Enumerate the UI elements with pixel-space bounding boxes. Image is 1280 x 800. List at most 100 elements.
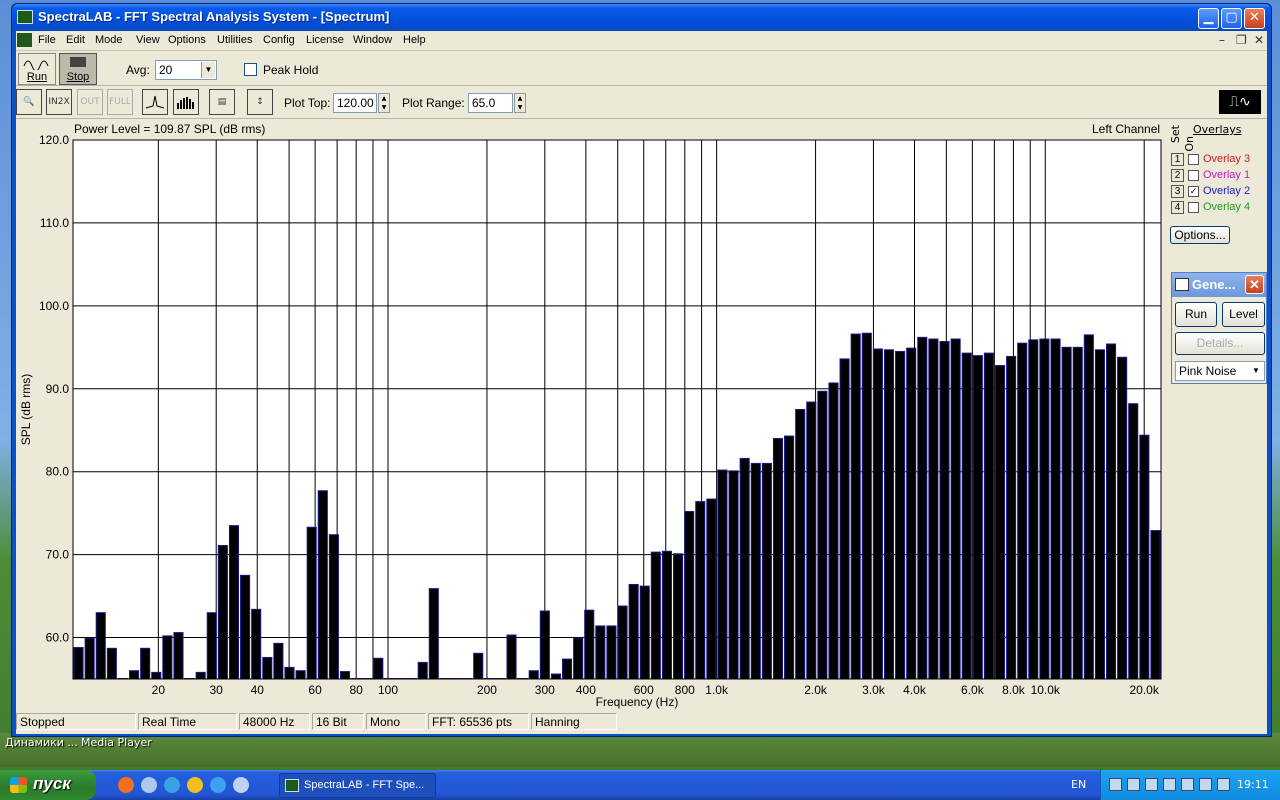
spectrum-bar bbox=[251, 608, 262, 680]
stop-button[interactable]: Stop bbox=[59, 53, 97, 85]
menu-window[interactable]: Window bbox=[353, 34, 392, 46]
overlay-set-button[interactable]: 3 bbox=[1171, 185, 1184, 198]
peak-hold-checkbox[interactable] bbox=[244, 63, 257, 76]
plot-top-label: Plot Top: bbox=[284, 96, 331, 110]
zoom-in-2x-icon[interactable]: IN2X bbox=[46, 89, 72, 115]
x-tick-label: 6.0k bbox=[961, 683, 985, 697]
avg-value: 20 bbox=[159, 63, 173, 77]
overlay-on-checkbox[interactable] bbox=[1188, 154, 1199, 165]
tray-icon-1[interactable] bbox=[1109, 778, 1122, 791]
menu-file[interactable]: File bbox=[38, 34, 56, 46]
spectrum-bar bbox=[1072, 346, 1083, 680]
generator-level-button[interactable]: Level bbox=[1222, 302, 1265, 327]
spectrum-bar bbox=[883, 349, 895, 680]
start-button[interactable]: пуск bbox=[0, 770, 96, 800]
overlay-label: Overlay 3 bbox=[1203, 153, 1251, 165]
quicklaunch-icon-3[interactable] bbox=[164, 777, 180, 793]
overlay-options-button[interactable]: Options... bbox=[1170, 226, 1230, 244]
overlay-label: Overlay 4 bbox=[1203, 201, 1251, 213]
generator-run-button[interactable]: Run bbox=[1175, 302, 1217, 327]
menu-options[interactable]: Options bbox=[168, 34, 206, 46]
spectrum-bar bbox=[994, 365, 1006, 680]
taskbar-spectralab-button[interactable]: SpectraLAB - FFT Spe... bbox=[279, 773, 436, 798]
quicklaunch-icon-6[interactable] bbox=[233, 777, 249, 793]
mdi-close-button[interactable]: ✕ bbox=[1254, 33, 1264, 47]
toolbar-main: Run Stop Avg: 20 ▼ Peak Hold bbox=[16, 52, 1267, 86]
document-icon[interactable] bbox=[17, 33, 32, 47]
language-indicator[interactable]: EN bbox=[1071, 778, 1086, 791]
overlay-set-button[interactable]: 4 bbox=[1171, 201, 1184, 214]
generator-details-button[interactable]: Details... bbox=[1175, 332, 1265, 355]
spectrum-plot[interactable]: 120.0 110.0 100.0 90.0 80.0 70.0 60.0 20 30 40 60 8… bbox=[16, 135, 1166, 711]
x-tick-label: 300 bbox=[535, 683, 555, 697]
plot-range-input[interactable]: 65.0 bbox=[468, 93, 513, 113]
zoom-full-icon[interactable]: FULL bbox=[107, 89, 133, 115]
mdi-restore-button[interactable]: ❐ bbox=[1236, 33, 1247, 47]
line-mode-icon[interactable] bbox=[142, 89, 168, 115]
spectrum-bar bbox=[717, 469, 728, 680]
zoom-icon[interactable]: 🔍 bbox=[16, 89, 42, 115]
menu-help[interactable]: Help bbox=[403, 34, 426, 46]
plot-range-spinner[interactable]: ▲ ▼ bbox=[514, 93, 526, 113]
plot-top-spinner[interactable]: ▲ ▼ bbox=[378, 93, 390, 113]
mdi-minimize-button[interactable]: – bbox=[1219, 33, 1225, 47]
desktop-icon-label-speakers[interactable]: Динамики ... bbox=[5, 736, 78, 749]
overlay-set-button[interactable]: 2 bbox=[1171, 169, 1184, 182]
generator-wave-icon[interactable]: ⎍∿ bbox=[1219, 90, 1261, 114]
bar-mode-icon[interactable] bbox=[173, 89, 199, 115]
menu-edit[interactable]: Edit bbox=[66, 34, 85, 46]
generator-title-bar[interactable]: Gene... ✕ bbox=[1172, 273, 1266, 297]
zoom-out-2x-icon[interactable]: OUT bbox=[77, 89, 103, 115]
tray-icon-7[interactable] bbox=[1217, 778, 1230, 791]
spectrum-bar bbox=[1094, 349, 1105, 680]
x-tick-label: 2.0k bbox=[804, 683, 828, 697]
spectrum-bar bbox=[706, 498, 717, 680]
tray-icon-5[interactable] bbox=[1181, 778, 1194, 791]
overlay-panel: Overlays Set On 1 Overlay 3 2 Overlay 1 3 ✓ Ov… bbox=[1167, 123, 1267, 248]
status-channels: Mono bbox=[366, 713, 426, 730]
plot-top-input[interactable]: 120.00 bbox=[333, 93, 377, 113]
generator-close-button[interactable]: ✕ bbox=[1245, 275, 1264, 294]
spectrum-bar bbox=[750, 462, 761, 680]
internet-explorer-icon[interactable] bbox=[210, 777, 226, 793]
generator-signal-select[interactable]: Pink Noise ▼ bbox=[1175, 361, 1265, 381]
menu-view[interactable]: View bbox=[136, 34, 160, 46]
tray-icon-2[interactable] bbox=[1127, 778, 1140, 791]
spectrum-bar bbox=[1006, 355, 1017, 680]
autoscale-icon[interactable]: ↕ bbox=[247, 89, 273, 115]
overlay-on-checkbox[interactable] bbox=[1188, 202, 1199, 213]
spectrum-bar bbox=[772, 438, 784, 680]
title-bar[interactable]: SpectraLAB - FFT Spectral Analysis Syste… bbox=[12, 4, 1271, 31]
y-tick-label: 70.0 bbox=[46, 548, 70, 562]
tray-icon-4[interactable] bbox=[1163, 778, 1176, 791]
spectrum-bar bbox=[373, 657, 384, 680]
desktop-icon-label-media-player[interactable]: Media Player bbox=[81, 736, 152, 749]
channel-label: Left Channel bbox=[1092, 122, 1161, 136]
overlay-on-checkbox[interactable]: ✓ bbox=[1188, 186, 1199, 197]
overlay-set-button[interactable]: 1 bbox=[1171, 153, 1184, 166]
settings-panel-icon[interactable]: ▤ bbox=[209, 89, 235, 115]
firefox-icon[interactable] bbox=[118, 777, 134, 793]
run-button[interactable]: Run bbox=[18, 53, 56, 85]
media-player-icon[interactable] bbox=[187, 777, 203, 793]
chevron-down-icon[interactable]: ▼ bbox=[1249, 363, 1263, 379]
menu-mode[interactable]: Mode bbox=[95, 34, 123, 46]
tray-icon-6[interactable] bbox=[1199, 778, 1212, 791]
spectrum-bar bbox=[317, 490, 328, 680]
volume-icon[interactable] bbox=[1145, 778, 1158, 791]
quicklaunch-icon-2[interactable] bbox=[141, 777, 157, 793]
client-area: File Edit Mode View Options Utilities Co… bbox=[16, 31, 1267, 734]
overlay-on-checkbox[interactable] bbox=[1188, 170, 1199, 181]
menu-utilities[interactable]: Utilities bbox=[217, 34, 252, 46]
spectrum-bar bbox=[617, 605, 628, 680]
chevron-down-icon[interactable]: ▼ bbox=[201, 62, 215, 78]
spectrum-bar bbox=[817, 390, 828, 680]
taskbar: пуск SpectraLAB - FFT Spe... EN 19:11 bbox=[0, 770, 1280, 800]
menu-license[interactable]: License bbox=[306, 34, 344, 46]
spectrum-bar bbox=[295, 670, 306, 680]
close-button[interactable]: ✕ bbox=[1244, 8, 1265, 29]
minimize-button[interactable]: ▁ bbox=[1198, 8, 1219, 29]
menu-config[interactable]: Config bbox=[263, 34, 295, 46]
maximize-button[interactable]: ▢ bbox=[1221, 8, 1242, 29]
avg-select[interactable]: 20 ▼ bbox=[155, 60, 217, 80]
